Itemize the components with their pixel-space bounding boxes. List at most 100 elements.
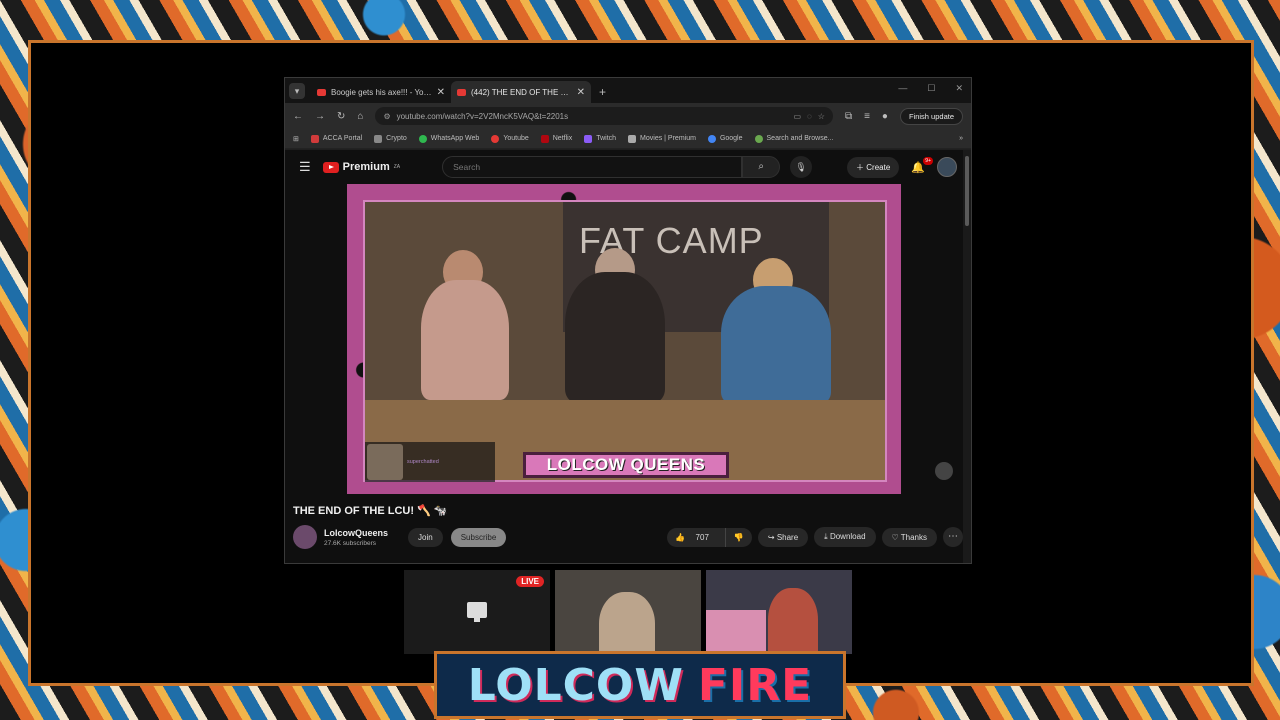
- monitor-icon: [467, 602, 487, 622]
- tab-title: Boogie gets his axe!!! - YouTube: [331, 87, 432, 97]
- superchat-text: superchatted: [407, 459, 439, 465]
- like-button[interactable]: 👍 707: [667, 528, 725, 547]
- bookmark-label: Netflix: [552, 135, 573, 142]
- subscribe-button[interactable]: Subscribe: [450, 527, 507, 547]
- like-dislike-group: 👍 707 👎: [667, 527, 752, 547]
- tab-lcu[interactable]: (442) THE END OF THE LCU! ✕: [451, 81, 591, 103]
- download-button[interactable]: ⤓ Download: [814, 527, 876, 547]
- extensions-icon[interactable]: ⧉: [845, 111, 852, 122]
- youtube-icon: [491, 134, 500, 143]
- menu-icon[interactable]: ☰: [299, 159, 311, 175]
- video-actions: 👍 707 👎 ↪ Share ⤓ Download ♡ Thanks ⋯: [667, 527, 963, 547]
- notification-badge: 9+: [923, 156, 933, 165]
- youtube-favicon-icon: [317, 88, 326, 96]
- lower-third-title: LOLCOW QUEENS: [523, 452, 729, 478]
- bookmark-google[interactable]: Google: [707, 134, 743, 143]
- twitch-icon: [584, 134, 593, 143]
- youtube-play-icon: [322, 161, 339, 173]
- stream-brand-logo: LOLCOW FIRE: [434, 651, 846, 719]
- google-icon: [707, 134, 716, 143]
- maximize-icon[interactable]: ☐: [927, 83, 935, 94]
- more-bookmarks-icon[interactable]: »: [959, 135, 963, 142]
- channel-avatar[interactable]: [293, 525, 317, 549]
- page-icon: [628, 134, 637, 143]
- youtube-logo[interactable]: Premium ZA: [322, 161, 400, 173]
- browser-window: ▾ Boogie gets his axe!!! - YouTube ✕ (44…: [284, 77, 972, 564]
- brand-word-1: LOLCOW: [467, 659, 684, 711]
- hide-icon[interactable]: ◌: [807, 112, 812, 121]
- profile-icon[interactable]: ●: [882, 111, 888, 122]
- bookmark-acca[interactable]: ACCA Portal: [310, 134, 363, 143]
- more-actions-icon[interactable]: ⋯: [943, 527, 963, 547]
- microphone-icon[interactable]: 🎙: [790, 156, 813, 178]
- bookmark-star-icon[interactable]: ☆: [818, 112, 825, 121]
- tab-search-icon[interactable]: ▾: [289, 83, 305, 99]
- dislike-icon[interactable]: 👎: [724, 527, 752, 547]
- forward-icon[interactable]: →: [315, 111, 325, 122]
- webcam-tile-screen: LIVE: [404, 570, 550, 654]
- share-button[interactable]: ↪ Share: [757, 527, 809, 547]
- page-scrollbar[interactable]: [963, 150, 971, 563]
- host-right: [721, 286, 831, 404]
- thanks-button[interactable]: ♡ Thanks: [881, 527, 937, 547]
- scrollbar-thumb[interactable]: [965, 156, 969, 226]
- like-count: 707: [695, 532, 709, 542]
- bookmark-label: Google: [719, 135, 743, 142]
- whatsapp-icon: [418, 134, 427, 143]
- finish-update-button[interactable]: Finish update: [899, 107, 963, 125]
- channel-name[interactable]: LolcowQueens: [324, 528, 388, 538]
- bookmark-twitch[interactable]: Twitch: [584, 134, 616, 143]
- superchat-overlay: superchatted: [365, 442, 495, 482]
- new-tab-icon[interactable]: +: [599, 85, 606, 99]
- bookmark-netflix[interactable]: Netflix: [540, 134, 573, 143]
- search-browse-icon: [754, 134, 763, 143]
- account-avatar[interactable]: [937, 157, 957, 177]
- youtube-page: ☰ Premium ZA Search ⌕ 🎙 ＋ Create 🔔 9+ FAT…: [285, 150, 971, 563]
- notifications-icon[interactable]: 🔔 9+: [911, 156, 933, 174]
- webcam-tile-guest: [555, 570, 701, 654]
- window-controls: — ☐ ✕: [898, 83, 963, 94]
- share-label: Share: [776, 532, 799, 542]
- cast-icon[interactable]: ▭: [793, 112, 801, 121]
- bookmark-movies[interactable]: Movies | Premium: [628, 134, 696, 143]
- brand-word-2: FIRE: [697, 659, 813, 711]
- join-button[interactable]: Join: [408, 527, 443, 547]
- bookmark-whatsapp[interactable]: WhatsApp Web: [418, 134, 479, 143]
- video-title: THE END OF THE LCU! 🪓 🐄: [293, 505, 448, 517]
- minimize-icon[interactable]: —: [898, 83, 907, 94]
- background-decor: [706, 610, 766, 654]
- bookmark-search[interactable]: Search and Browse...: [754, 134, 833, 143]
- bookmark-youtube[interactable]: Youtube: [491, 134, 529, 143]
- apps-grid-icon[interactable]: ⊞: [293, 135, 299, 143]
- host-person: [768, 588, 818, 654]
- bookmark-favicon-icon: [310, 134, 319, 143]
- bookmark-label: ACCA Portal: [322, 135, 363, 142]
- browser-toolbar: ← → ↻ ⌂ ⚙ youtube.com/watch?v=2V2MncK5VA…: [285, 103, 971, 129]
- reload-icon[interactable]: ↻: [337, 111, 345, 122]
- netflix-icon: [540, 134, 549, 143]
- close-tab-icon[interactable]: ✕: [437, 87, 445, 98]
- video-player[interactable]: FAT CAMP superchatted LOLCOW QUEENS: [347, 184, 901, 494]
- subscriber-count: 27.6K subscribers: [324, 539, 377, 547]
- close-tab-icon[interactable]: ✕: [577, 87, 585, 98]
- search-input[interactable]: Search: [442, 156, 743, 178]
- webcam-tile-host: [706, 570, 852, 654]
- channel-meta: LolcowQueens 27.6K subscribers: [324, 528, 388, 547]
- back-icon[interactable]: ←: [293, 111, 303, 122]
- download-label: Download: [829, 532, 866, 541]
- host-center: [565, 272, 665, 402]
- media-icon[interactable]: ≡: [864, 111, 870, 122]
- search-icon[interactable]: ⌕: [742, 156, 781, 178]
- video-frame: FAT CAMP: [363, 200, 887, 482]
- channel-watermark-icon[interactable]: [935, 462, 953, 480]
- bookmarks-bar: ⊞ ACCA Portal Crypto WhatsApp Web Youtub…: [285, 129, 971, 149]
- bookmark-crypto[interactable]: Crypto: [374, 134, 407, 143]
- close-window-icon[interactable]: ✕: [955, 83, 963, 94]
- create-button[interactable]: ＋ Create: [847, 156, 900, 178]
- address-bar[interactable]: ⚙ youtube.com/watch?v=2V2MncK5VAQ&t=2201…: [375, 107, 833, 125]
- home-icon[interactable]: ⌂: [357, 111, 363, 122]
- site-info-icon[interactable]: ⚙: [383, 112, 390, 121]
- tab-boogie[interactable]: Boogie gets his axe!!! - YouTube ✕: [311, 81, 451, 103]
- host-left: [421, 280, 509, 400]
- folder-icon: [374, 134, 383, 143]
